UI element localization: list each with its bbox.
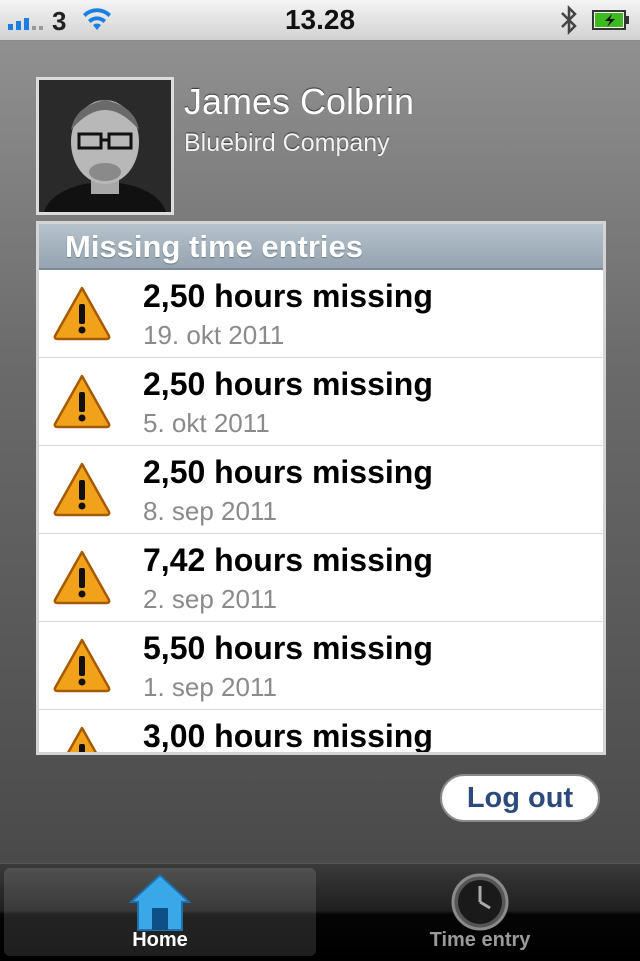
tab-home[interactable]: Home xyxy=(4,868,316,956)
warning-icon xyxy=(53,550,111,605)
entry-title: 5,50 hours missing xyxy=(143,630,433,666)
entry-title: 7,42 hours missing xyxy=(143,542,433,578)
list-item[interactable]: 2,50 hours missing 5. okt 2011 xyxy=(39,358,603,446)
warning-icon xyxy=(53,374,111,429)
tab-bar: Home Time entry xyxy=(0,863,640,961)
entry-title: 2,50 hours missing xyxy=(143,366,433,402)
entry-title: 2,50 hours missing xyxy=(143,454,433,490)
clock-icon xyxy=(451,873,509,931)
profile-photo xyxy=(39,80,171,212)
list-item[interactable]: 5,50 hours missing 1. sep 2011 xyxy=(39,622,603,710)
entry-date: 8. sep 2011 xyxy=(143,496,277,526)
battery-icon xyxy=(592,10,629,30)
entry-date: 1. sep 2011 xyxy=(143,672,277,702)
missing-entries-list: Missing time entries 2,50 hours missing … xyxy=(36,221,606,755)
status-time: 13.28 xyxy=(284,4,356,35)
tab-time-entry[interactable]: Time entry xyxy=(324,868,636,956)
list-item[interactable]: 7,42 hours missing 2. sep 2011 xyxy=(39,534,603,622)
warning-icon xyxy=(53,286,111,341)
entry-title: 3,00 hours missing xyxy=(143,718,433,754)
company-name: Bluebird Company xyxy=(184,129,390,157)
bluetooth-icon xyxy=(561,4,577,36)
home-screen: James Colbrin Bluebird Company Missing t… xyxy=(0,41,640,863)
entry-date: 2. sep 2011 xyxy=(143,584,277,614)
entry-date: 19. okt 2011 xyxy=(143,320,285,350)
list-item[interactable]: 2,50 hours missing 19. okt 2011 xyxy=(39,270,603,358)
list-item[interactable]: 2,50 hours missing 8. sep 2011 xyxy=(39,446,603,534)
entry-title: 2,50 hours missing xyxy=(143,278,433,314)
avatar xyxy=(36,77,174,215)
warning-icon xyxy=(67,726,97,752)
tab-label: Home xyxy=(132,929,188,951)
entry-date: 5. okt 2011 xyxy=(143,408,270,438)
status-bar: 3 13.28 xyxy=(0,0,640,41)
list-header: Missing time entries xyxy=(39,224,603,270)
tab-label: Time entry xyxy=(429,929,531,951)
logout-button[interactable]: Log out xyxy=(440,774,600,822)
list-item[interactable]: 3,00 hours missing xyxy=(39,710,603,754)
warning-icon xyxy=(53,462,111,517)
user-name: James Colbrin xyxy=(184,81,415,122)
home-icon xyxy=(128,873,192,931)
warning-icon xyxy=(53,638,111,693)
